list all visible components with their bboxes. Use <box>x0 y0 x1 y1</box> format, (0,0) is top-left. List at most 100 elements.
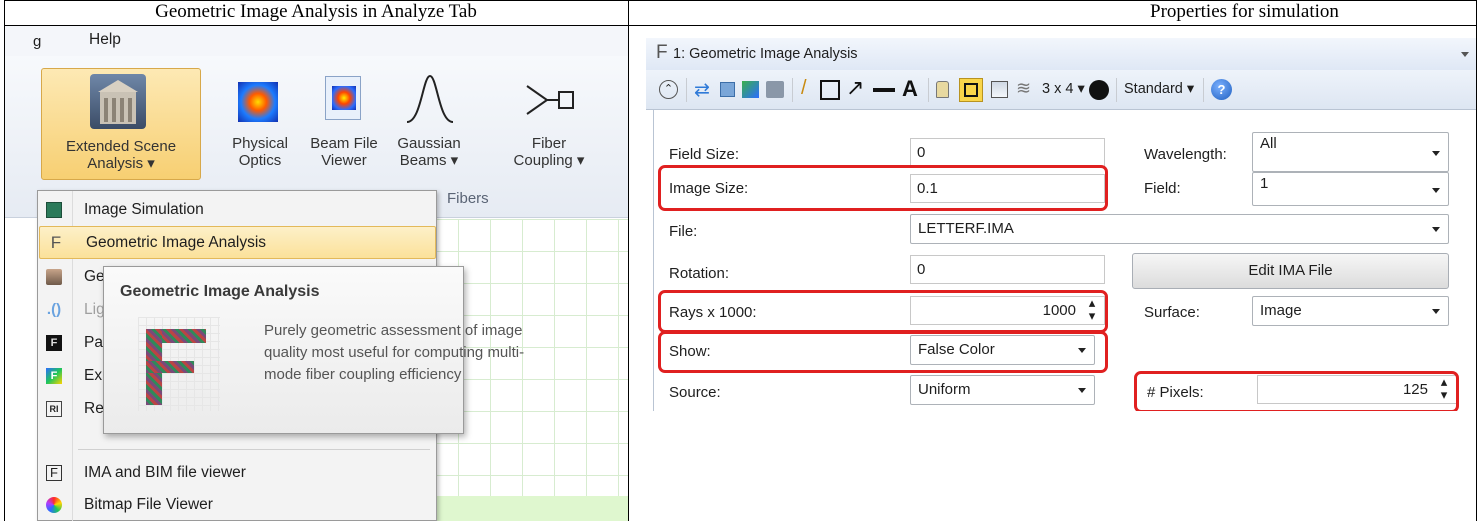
beam-file-label-2: Viewer <box>321 152 367 169</box>
wavelength-select[interactable]: All <box>1252 132 1449 172</box>
menu-item-label: IMA and BIM file viewer <box>84 463 246 481</box>
right-screenshot: F 1: Geometric Image Analysis ⌃ ⇄ / ↗ A … <box>646 38 1476 411</box>
rectangle-icon[interactable] <box>820 80 840 100</box>
arrow-icon[interactable]: ↗ <box>846 75 864 101</box>
person-icon <box>46 268 62 285</box>
menu-partial[interactable]: g <box>33 33 41 50</box>
color-wheel-icon <box>46 496 62 513</box>
copy-icon[interactable] <box>720 82 735 97</box>
field-size-input[interactable]: 0 <box>910 138 1105 167</box>
table-column-divider <box>628 0 629 521</box>
save-icon[interactable] <box>742 81 759 98</box>
lock-icon[interactable] <box>936 81 949 98</box>
workspace-strip <box>425 496 628 521</box>
right-caption: Properties for simulation <box>1150 1 1339 22</box>
menu-item-label: Ge <box>84 267 105 285</box>
print-icon[interactable] <box>766 81 784 98</box>
image-simulation-icon <box>46 201 62 218</box>
menu-help[interactable]: Help <box>89 31 121 49</box>
dark-f-icon: F <box>46 334 62 351</box>
letter-f-image-icon <box>138 317 220 411</box>
toolbar: ⌃ ⇄ / ↗ A ≋ 3 x 4 ▾ Standard ▾ ? <box>646 70 1476 110</box>
highlight-rays <box>658 290 1108 333</box>
help-icon[interactable]: ? <box>1211 79 1232 100</box>
extended-scene-label: Extended Scene <box>65 138 177 155</box>
physical-optics-icon <box>238 82 278 122</box>
tooltip: Geometric Image Analysis Purely geometri… <box>103 266 524 434</box>
menu-item-bitmap-viewer[interactable]: Bitmap File Viewer <box>38 488 436 521</box>
menu-separator <box>78 449 430 450</box>
clock-icon[interactable] <box>1089 80 1109 100</box>
surface-select[interactable]: Image <box>1252 296 1449 326</box>
refresh-icon[interactable]: ⇄ <box>694 79 710 102</box>
surface-value: Image <box>1260 302 1302 319</box>
source-value: Uniform <box>918 381 971 398</box>
collapse-icon[interactable]: ⌃ <box>659 80 678 99</box>
left-screenshot: g Help Extended Scene Analysis ▾ Physica… <box>5 26 628 521</box>
field-value: 1 <box>1260 175 1269 192</box>
menu-item-label: Lig <box>84 300 105 318</box>
edit-ima-file-button[interactable]: Edit IMA File <box>1132 253 1449 289</box>
highlight-show <box>658 331 1108 373</box>
beam-file-viewer-button[interactable]: Beam File Viewer <box>305 68 385 180</box>
wavelength-value: All <box>1260 135 1277 152</box>
menu-bar: g Help <box>5 26 628 56</box>
highlight-image-size <box>658 165 1108 211</box>
ribbon-group-fibers: Fibers <box>447 190 489 207</box>
pencil-icon[interactable]: / <box>801 77 807 100</box>
rotation-label: Rotation: <box>669 265 730 282</box>
layout-dropdown[interactable]: 3 x 4 ▾ <box>1042 81 1085 97</box>
window-icon[interactable] <box>991 81 1008 98</box>
grid-toggle-icon[interactable] <box>959 78 983 102</box>
menu-item-ima-bim-viewer[interactable]: F IMA and BIM file viewer <box>38 456 436 489</box>
source-label: Source: <box>669 384 721 401</box>
gaussian-curve-icon <box>406 74 454 123</box>
chevron-down-icon <box>1432 309 1440 314</box>
window-menu-arrow-icon[interactable] <box>1461 52 1469 57</box>
menu-item-label: Image Simulation <box>84 200 204 218</box>
chevron-down-icon <box>1432 188 1440 193</box>
menu-item-label: Geometric Image Analysis <box>86 233 267 251</box>
fiber-icon <box>526 85 574 115</box>
menu-item-image-simulation[interactable]: Image Simulation <box>38 193 436 226</box>
tooltip-line-2: quality most useful for computing multi- <box>264 344 525 361</box>
physical-optics-label-2: Optics <box>238 152 282 169</box>
color-f-icon: F <box>46 367 62 384</box>
menu-item-geometric-image-analysis[interactable]: F Geometric Image Analysis <box>39 226 436 259</box>
edit-ima-file-label: Edit IMA File <box>1248 262 1333 279</box>
layers-icon[interactable]: ≋ <box>1016 78 1031 99</box>
text-icon[interactable]: A <box>902 76 918 102</box>
rotation-input[interactable]: 0 <box>910 255 1105 284</box>
field-select[interactable]: 1 <box>1252 172 1449 206</box>
gaussian-beams-button[interactable]: Gaussian Beams ▾ <box>389 68 469 180</box>
tooltip-title: Geometric Image Analysis <box>120 283 320 300</box>
wavelength-label: Wavelength: <box>1144 146 1227 163</box>
window-f-icon: F <box>656 42 668 63</box>
source-select[interactable]: Uniform <box>910 375 1095 405</box>
fiber-label-2: Coupling ▾ <box>513 152 585 169</box>
letter-f-icon: F <box>50 232 62 252</box>
chevron-down-icon <box>1432 151 1440 156</box>
left-caption: Geometric Image Analysis in Analyze Tab <box>155 1 477 22</box>
menu-item-label: Bitmap File Viewer <box>84 495 213 513</box>
ri-icon: RI <box>46 400 62 417</box>
tooltip-line-1: Purely geometric assessment of image <box>264 322 523 339</box>
physical-optics-button[interactable]: Physical Optics <box>227 68 297 180</box>
menu-item-label: Ex <box>84 366 103 384</box>
gaussian-label-2: Beams ▾ <box>399 152 459 169</box>
tooltip-line-3: mode fiber coupling efficiency <box>264 366 462 383</box>
fiber-label: Fiber <box>531 135 567 152</box>
physical-optics-label: Physical <box>232 135 288 152</box>
extended-scene-label-2: Analysis ▾ <box>87 155 155 172</box>
surface-label: Surface: <box>1144 304 1200 321</box>
fiber-coupling-button[interactable]: Fiber Coupling ▾ <box>495 68 591 180</box>
file-select[interactable]: LETTERF.IMA <box>910 214 1449 244</box>
window-title: 1: Geometric Image Analysis <box>673 46 858 62</box>
line-icon[interactable] <box>873 88 895 92</box>
field-size-label: Field Size: <box>669 146 740 163</box>
extended-scene-button[interactable]: Extended Scene Analysis ▾ <box>41 68 201 180</box>
standard-dropdown[interactable]: Standard ▾ <box>1124 81 1194 97</box>
chevron-down-icon <box>1078 388 1086 393</box>
window-title-bar: F 1: Geometric Image Analysis <box>646 38 1476 70</box>
menu-item-label: Re <box>84 399 104 417</box>
